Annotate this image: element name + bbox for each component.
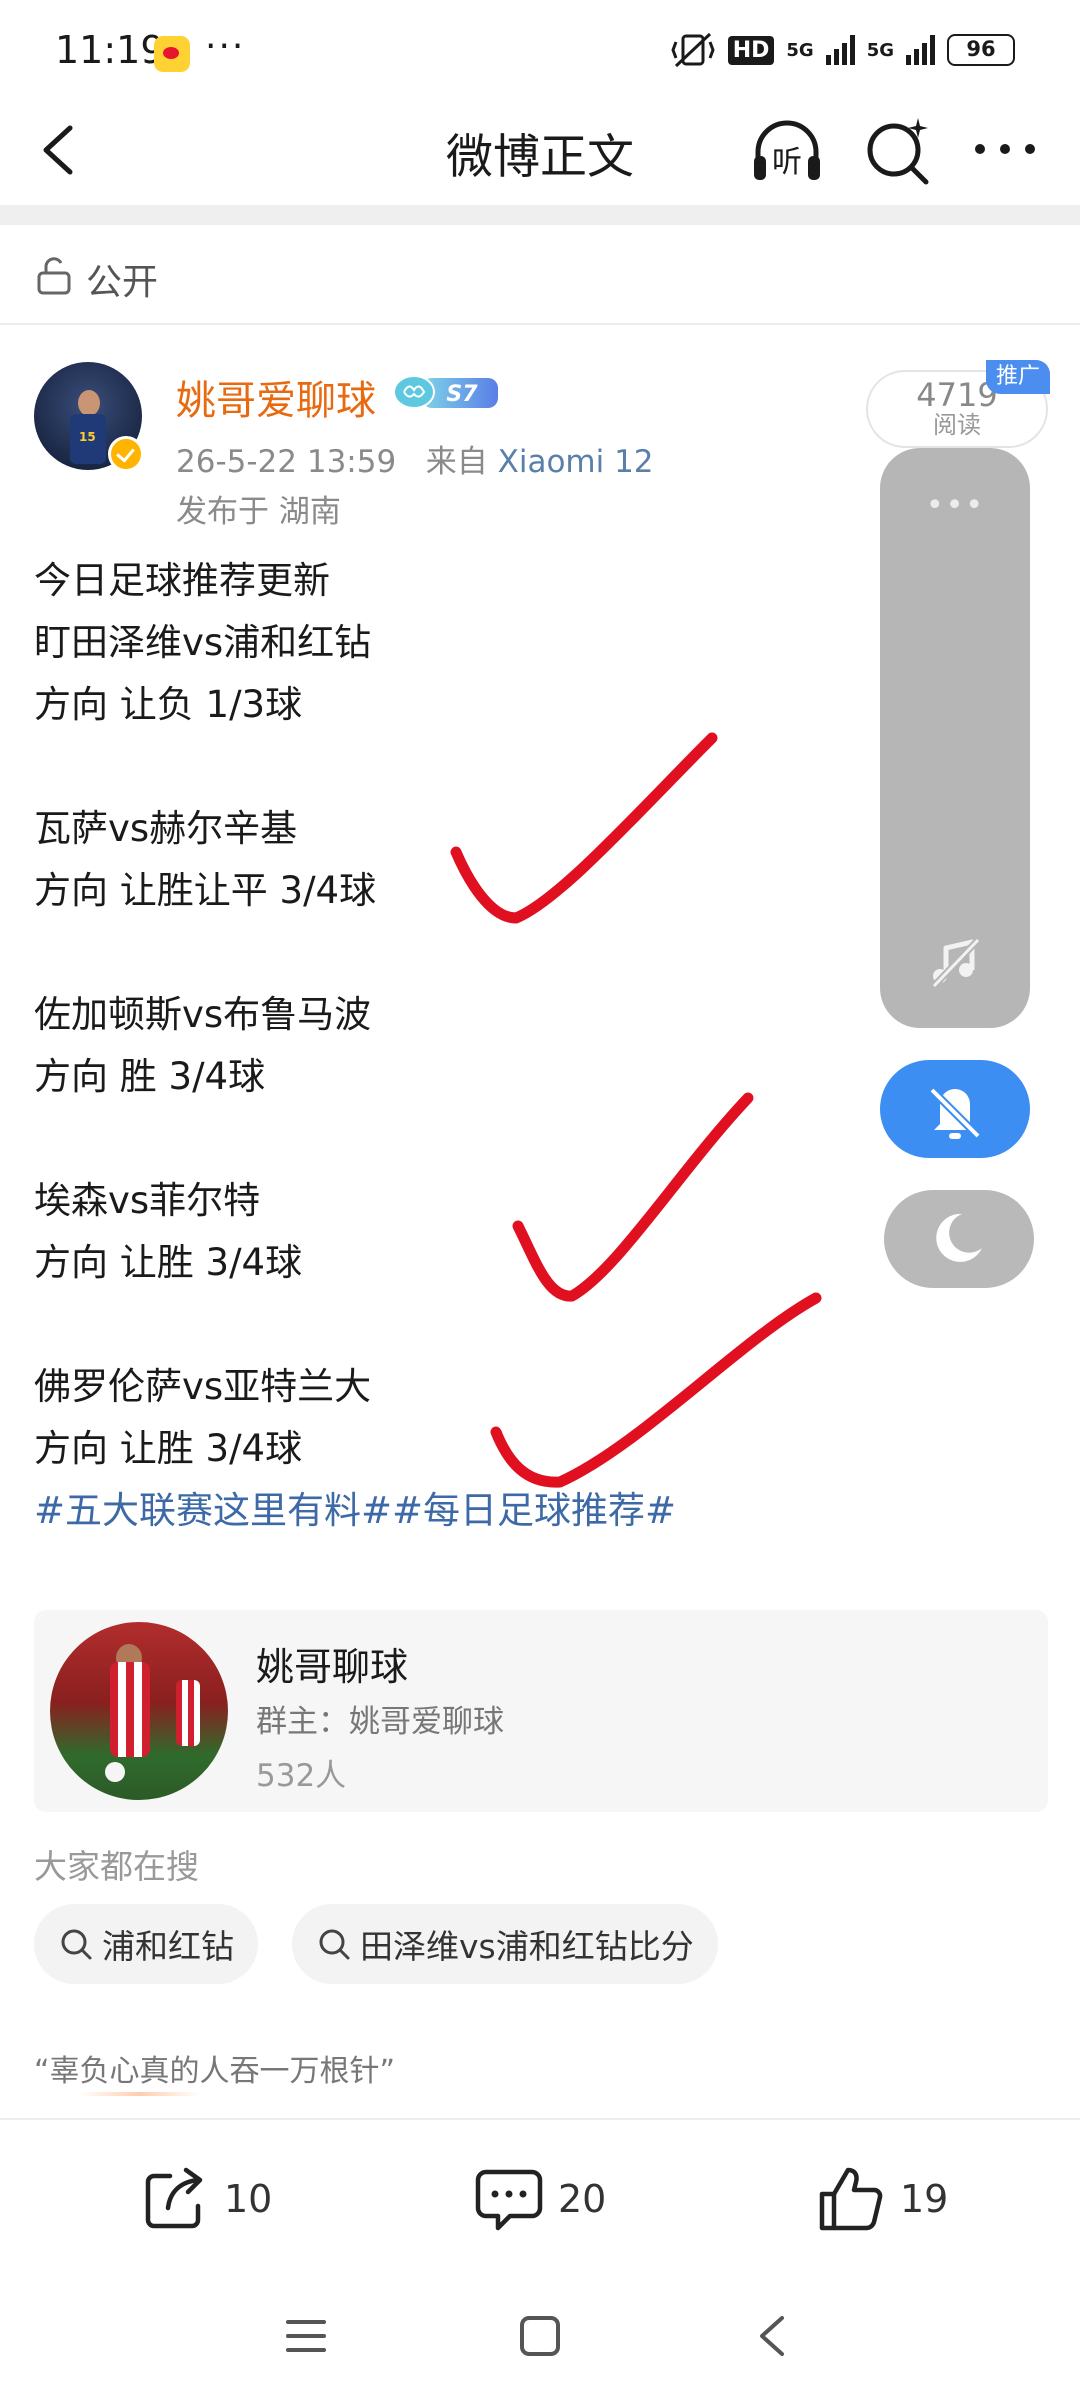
visibility-label: 公开	[86, 262, 159, 303]
share-count: 10	[224, 2177, 273, 2221]
comment-icon	[475, 2169, 543, 2231]
hd-indicator: HD	[727, 35, 775, 65]
search-chip-label: 浦和红钻	[102, 1927, 234, 1966]
like-count: 19	[900, 2177, 949, 2221]
share-button[interactable]: 10	[140, 2164, 272, 2234]
comment-count: 20	[558, 2177, 607, 2221]
listen-label: 听	[772, 145, 802, 180]
status-bar: 11:19 ··· HD 5G 5G 96	[0, 0, 1080, 100]
views-label: 阅读	[933, 411, 981, 439]
post-hashtags[interactable]: #五大联赛这里有料##每日足球推荐#	[34, 1480, 1034, 1542]
like-icon	[819, 2167, 883, 2231]
share-icon	[145, 2167, 203, 2229]
post-line: 佛罗伦萨vs亚特兰大	[34, 1365, 372, 1408]
action-bar: 10 20 19	[0, 2118, 1080, 2274]
post-source-prefix: 来自	[425, 444, 488, 480]
promote-tag[interactable]: 推广	[986, 360, 1051, 394]
signal-icon-1	[825, 35, 855, 65]
menu-icon[interactable]	[284, 2314, 328, 2358]
search-chip[interactable]: 浦和红钻	[34, 1904, 258, 1984]
search-icon	[319, 1929, 350, 1960]
like-button[interactable]: 19	[816, 2164, 948, 2234]
search-chip[interactable]: 田泽维vs浦和红钻比分	[292, 1904, 718, 1984]
post-device[interactable]: Xiaomi 12	[498, 444, 654, 480]
nav-bar: 微博正文 听	[0, 100, 1080, 205]
ai-search-icon[interactable]	[862, 114, 934, 186]
status-time: 11:19	[55, 28, 165, 72]
search-icon	[61, 1929, 92, 1960]
listen-button[interactable]: 听	[748, 112, 826, 190]
search-chip-label: 田泽维vs浦和红钻比分	[360, 1927, 694, 1966]
nav-back-icon[interactable]	[752, 2312, 792, 2360]
system-nav-bar	[0, 2274, 1080, 2400]
level-badge: S7	[393, 375, 498, 409]
bell-off-icon	[929, 1087, 981, 1139]
battery-indicator: 96	[947, 34, 1015, 66]
lock-icon	[37, 257, 71, 295]
post-location: 发布于 湖南	[176, 494, 341, 530]
author-name[interactable]: 姚哥爱聊球	[176, 368, 376, 426]
verified-badge-icon	[108, 436, 144, 472]
post-date: 26-5-22 13:59	[176, 444, 397, 480]
post-line: 方向 让胜 3/4球	[34, 1427, 303, 1470]
post-line	[34, 1294, 1034, 1356]
status-indicators: HD 5G 5G 96	[670, 30, 1015, 70]
comment-preview-quote[interactable]: “辜负心真的人吞一万根针”	[34, 2046, 395, 2090]
quote-highlight	[80, 2092, 200, 2096]
dark-mode-button[interactable]	[884, 1190, 1034, 1288]
signal-icon-2	[906, 35, 935, 65]
group-owner: 群主：姚哥爱聊球	[256, 1704, 504, 1740]
post-meta: 26-5-22 13:59 来自 Xiaomi 12	[176, 436, 654, 481]
more-icon[interactable]	[970, 124, 1040, 174]
weibo-notification-icon	[154, 36, 190, 72]
group-avatar	[50, 1622, 228, 1800]
back-icon[interactable]	[30, 120, 90, 180]
group-member-count: 532人	[256, 1758, 347, 1794]
network-label-1: 5G	[786, 39, 814, 61]
group-name: 姚哥聊球	[256, 1645, 409, 1689]
visibility-row: 公开	[0, 225, 1080, 325]
search-section-title: 大家都在搜	[34, 1847, 199, 1886]
home-icon[interactable]	[518, 2314, 562, 2358]
comment-button[interactable]: 20	[474, 2164, 606, 2234]
music-off-icon[interactable]	[928, 936, 982, 990]
panel-handle-icon[interactable]: •••	[926, 488, 985, 523]
headphone-icon: 听	[754, 120, 820, 180]
vibrate-off-icon	[671, 32, 715, 68]
moon-icon	[936, 1213, 982, 1262]
section-divider	[0, 205, 1080, 225]
fan-group-card[interactable]: 姚哥聊球 群主：姚哥爱聊球 532人	[34, 1610, 1048, 1812]
network-label-2: 5G	[866, 39, 894, 61]
status-more-dots: ···	[205, 26, 246, 67]
level-badge-label: S7	[446, 382, 478, 407]
mute-notifications-button[interactable]	[880, 1060, 1030, 1158]
floating-player-panel[interactable]: •••	[880, 448, 1030, 1028]
